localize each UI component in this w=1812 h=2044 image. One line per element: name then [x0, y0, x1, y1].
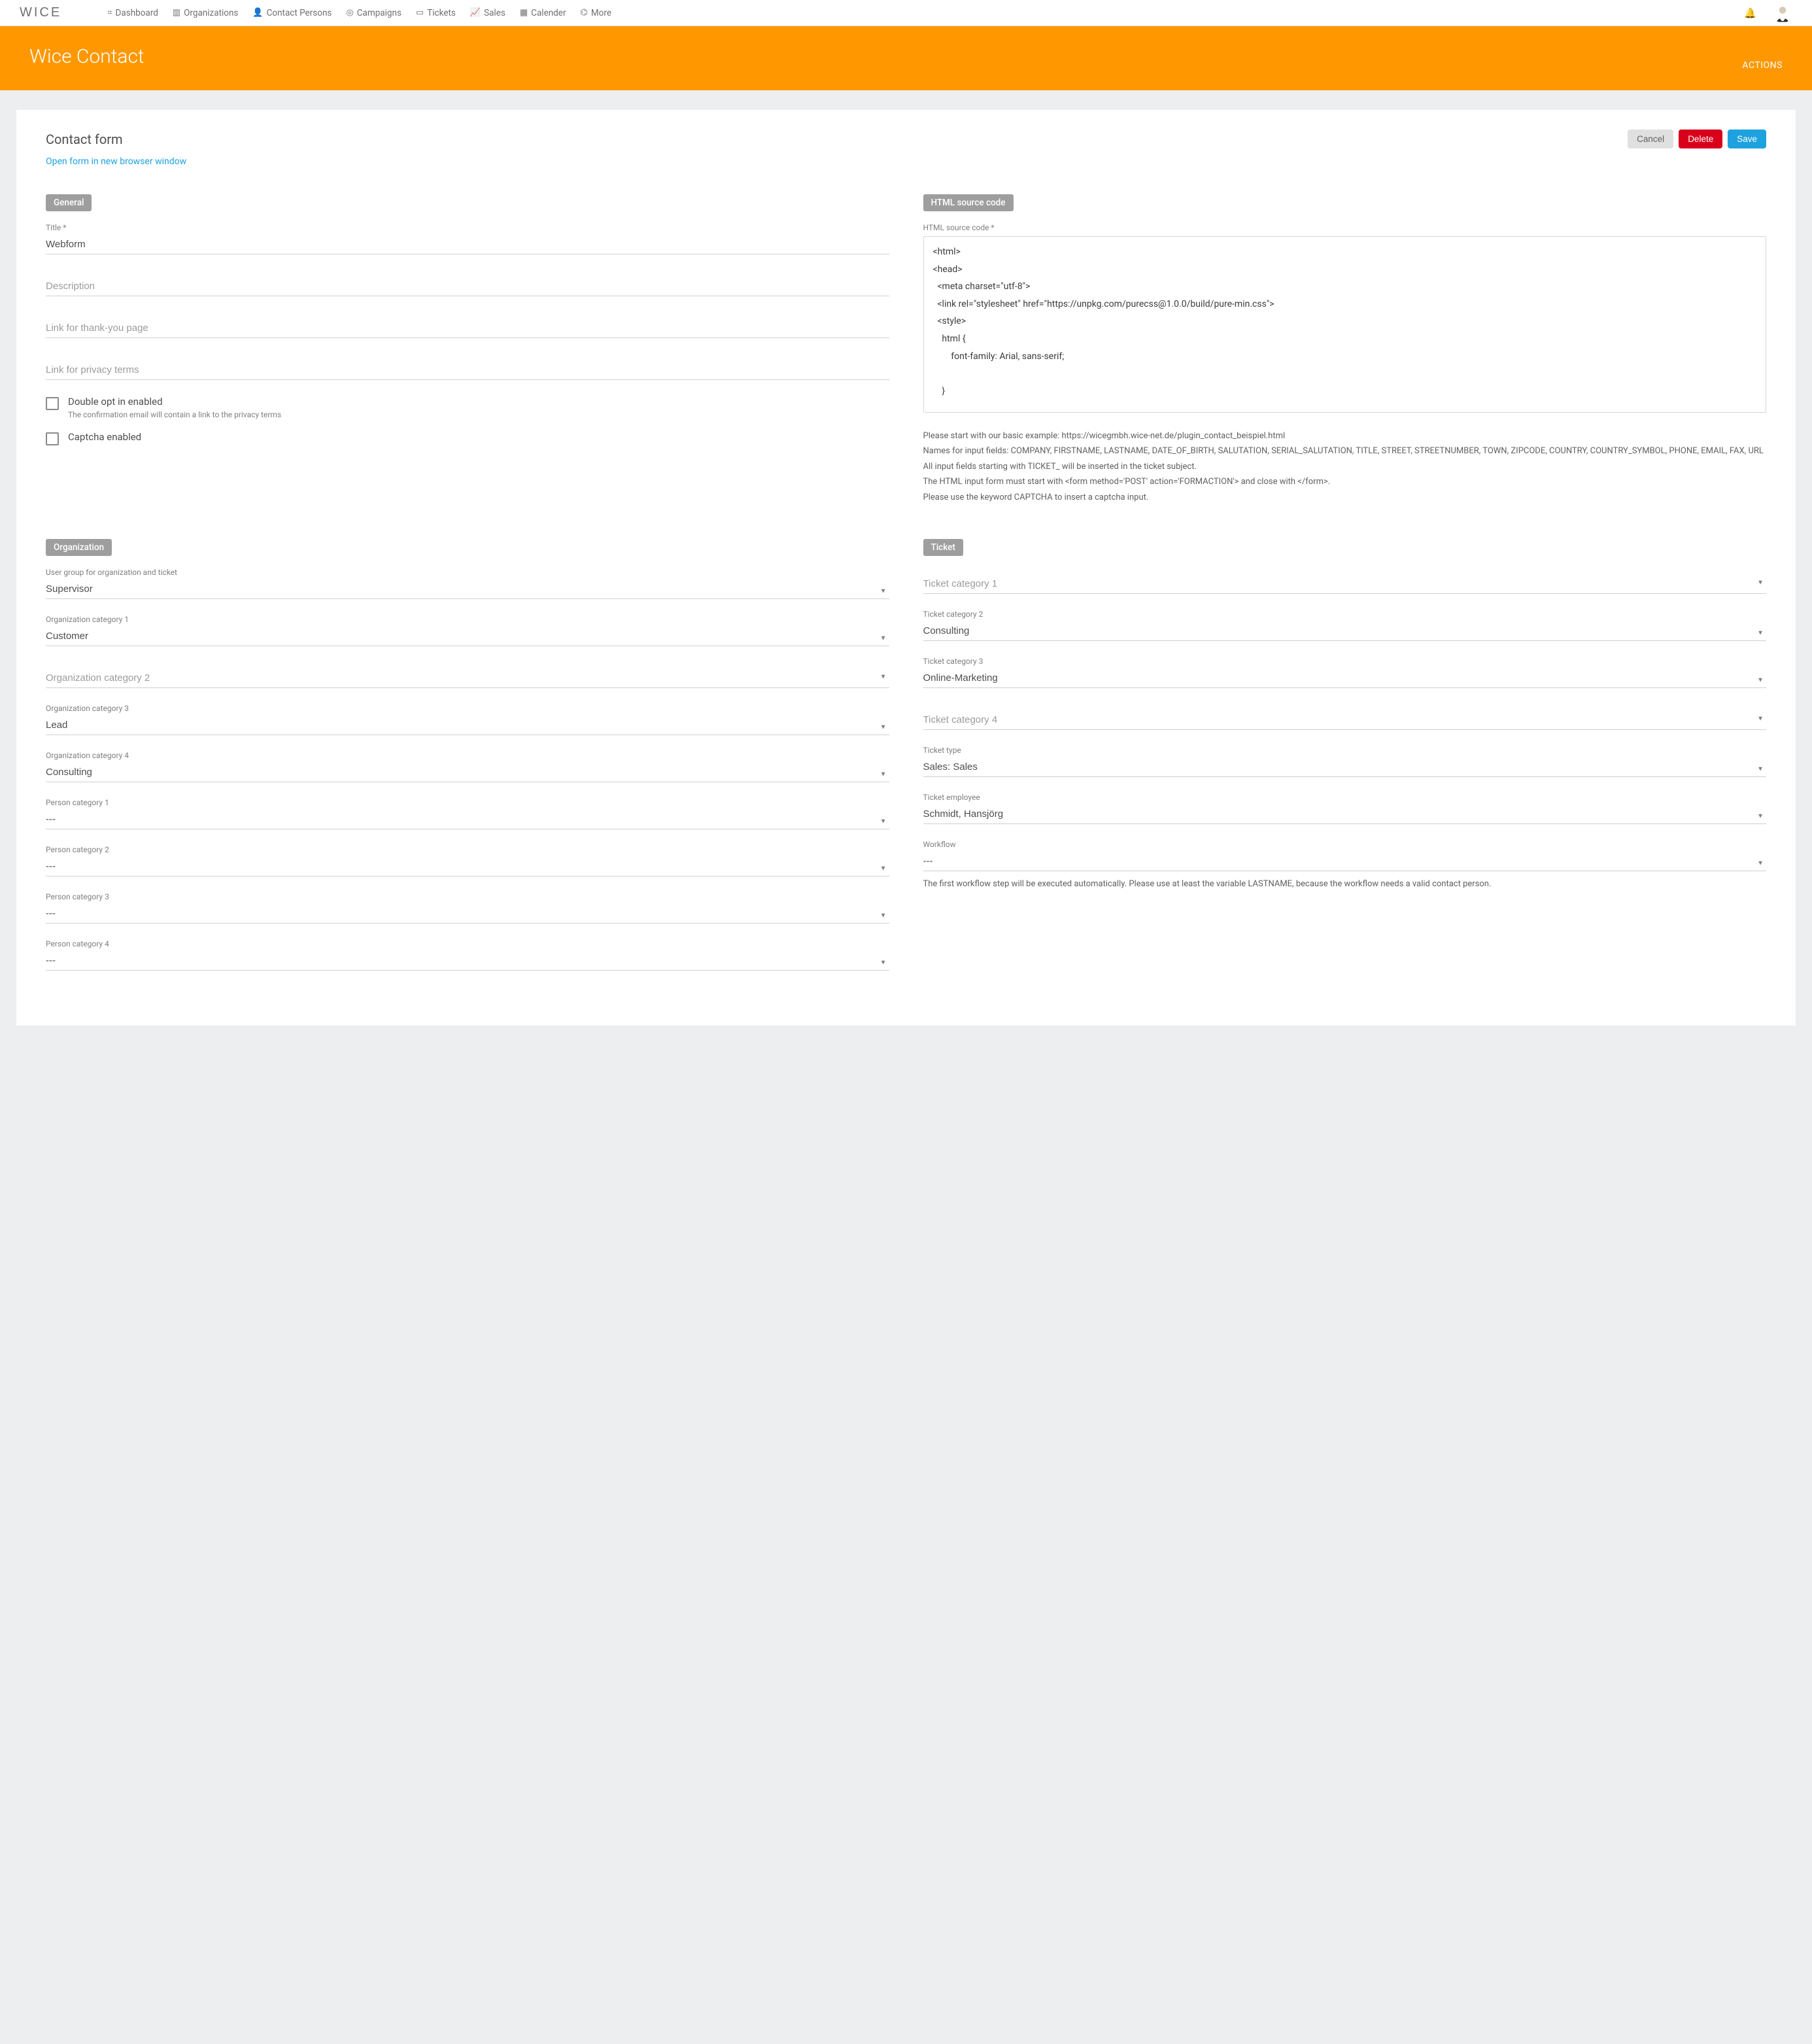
general-section-badge: General	[46, 194, 92, 211]
nav-label: More	[591, 8, 611, 18]
title-label: Title *	[46, 223, 889, 232]
nav-sales[interactable]: 📈Sales	[470, 8, 505, 18]
calendar-icon: ▦	[520, 9, 528, 17]
person-cat1-label: Person category 1	[46, 798, 889, 807]
ticket-cat3-label: Ticket category 3	[923, 657, 1767, 666]
nav-label: Sales	[484, 8, 505, 18]
ticket-employee-select[interactable]	[923, 805, 1767, 824]
double-opt-in-label: Double opt in enabled	[68, 396, 281, 407]
organization-section-badge: Organization	[46, 539, 112, 556]
title-input[interactable]	[46, 235, 889, 254]
help-line: Names for input fields: COMPANY, FIRSTNA…	[923, 443, 1767, 459]
person-cat3-select[interactable]	[46, 904, 889, 924]
nav-campaigns[interactable]: ◎ Campaigns	[346, 8, 402, 18]
org-cat4-select[interactable]	[46, 763, 889, 782]
workflow-help: The first workflow step will be executed…	[923, 876, 1767, 892]
page-title: Wice Contact	[29, 45, 145, 68]
notifications-icon[interactable]: 🔔	[1744, 7, 1756, 19]
org-cat2-select[interactable]	[46, 662, 889, 688]
nav-label: Tickets	[427, 8, 456, 18]
help-line: All input fields starting with TICKET_ w…	[923, 459, 1767, 474]
user-icon: 👤	[252, 9, 263, 17]
briefcase-icon: ▭	[416, 9, 424, 17]
ticket-section-badge: Ticket	[923, 539, 963, 556]
user-group-select[interactable]	[46, 580, 889, 599]
help-line: Please start with our basic example: htt…	[923, 428, 1767, 443]
person-cat2-label: Person category 2	[46, 845, 889, 854]
top-nav: WICE ⌗ Dashboard ▥ Organizations 👤 Contact …	[0, 0, 1812, 26]
person-cat4-label: Person category 4	[46, 939, 889, 948]
user-group-label: User group for organization and ticket	[46, 568, 889, 577]
double-opt-in-checkbox[interactable]	[46, 397, 59, 410]
captcha-checkbox[interactable]	[46, 432, 59, 445]
nav-calendar[interactable]: ▦Calender	[520, 8, 566, 18]
ticket-cat2-label: Ticket category 2	[923, 610, 1767, 619]
ticket-cat2-select[interactable]	[923, 621, 1767, 641]
nav-more[interactable]: ⌬More	[581, 8, 611, 18]
card-title: Contact form	[46, 131, 123, 147]
privacy-link-input[interactable]	[46, 354, 889, 380]
person-cat2-select[interactable]	[46, 857, 889, 876]
ticket-employee-label: Ticket employee	[923, 793, 1767, 802]
description-input[interactable]	[46, 270, 889, 296]
avatar[interactable]	[1773, 3, 1792, 23]
nav-label: Contact Persons	[267, 8, 332, 18]
person-cat4-select[interactable]	[46, 951, 889, 971]
ticket-type-label: Ticket type	[923, 746, 1767, 755]
ticket-cat4-select[interactable]	[923, 704, 1767, 730]
ticket-type-select[interactable]	[923, 757, 1767, 777]
captcha-label: Captcha enabled	[68, 431, 141, 443]
org-cat3-label: Organization category 3	[46, 704, 889, 713]
building-icon: ▥	[173, 9, 180, 17]
org-cat1-select[interactable]	[46, 627, 889, 646]
sitemap-icon: ⌬	[581, 9, 588, 17]
nav-label: Calender	[531, 8, 566, 18]
thankyou-link-input[interactable]	[46, 312, 889, 338]
target-icon: ◎	[346, 9, 353, 17]
open-new-window-link[interactable]: Open form in new browser window	[46, 156, 186, 167]
nav-label: Dashboard	[116, 8, 158, 18]
ticket-cat3-select[interactable]	[923, 668, 1767, 688]
nav-organizations[interactable]: ▥ Organizations	[173, 8, 239, 18]
nav-dashboard[interactable]: ⌗ Dashboard	[107, 8, 158, 18]
org-cat3-select[interactable]	[46, 716, 889, 735]
help-line: The HTML input form must start with <for…	[923, 474, 1767, 489]
contact-form-card: Contact form Cancel Delete Save Open for…	[16, 110, 1796, 1026]
actions-menu[interactable]: ACTIONS	[1742, 60, 1783, 71]
nav-label: Organizations	[184, 8, 238, 18]
help-line: Please use the keyword CAPTCHA to insert…	[923, 490, 1767, 505]
html-source-label: HTML source code *	[923, 223, 1767, 232]
html-source-section-badge: HTML source code	[923, 194, 1014, 211]
cancel-button[interactable]: Cancel	[1628, 130, 1673, 148]
chart-icon: 📈	[470, 9, 481, 17]
nav-contact-persons[interactable]: 👤 Contact Persons	[252, 8, 332, 18]
org-cat4-label: Organization category 4	[46, 751, 889, 760]
html-source-textarea[interactable]	[923, 236, 1767, 413]
double-opt-in-sublabel: The confirmation email will contain a li…	[68, 410, 281, 419]
logo: WICE	[20, 5, 61, 20]
person-cat1-select[interactable]	[46, 810, 889, 829]
org-cat1-label: Organization category 1	[46, 615, 889, 624]
nav-tickets[interactable]: ▭Tickets	[416, 8, 456, 18]
save-button[interactable]: Save	[1728, 130, 1766, 148]
workflow-label: Workflow	[923, 840, 1767, 849]
person-cat3-label: Person category 3	[46, 892, 889, 901]
dashboard-icon: ⌗	[107, 9, 112, 17]
delete-button[interactable]: Delete	[1679, 130, 1722, 148]
workflow-select[interactable]	[923, 852, 1767, 871]
ticket-cat1-select[interactable]	[923, 568, 1767, 594]
hero-banner: Wice Contact ACTIONS	[0, 26, 1812, 90]
nav-label: Campaigns	[357, 8, 402, 18]
